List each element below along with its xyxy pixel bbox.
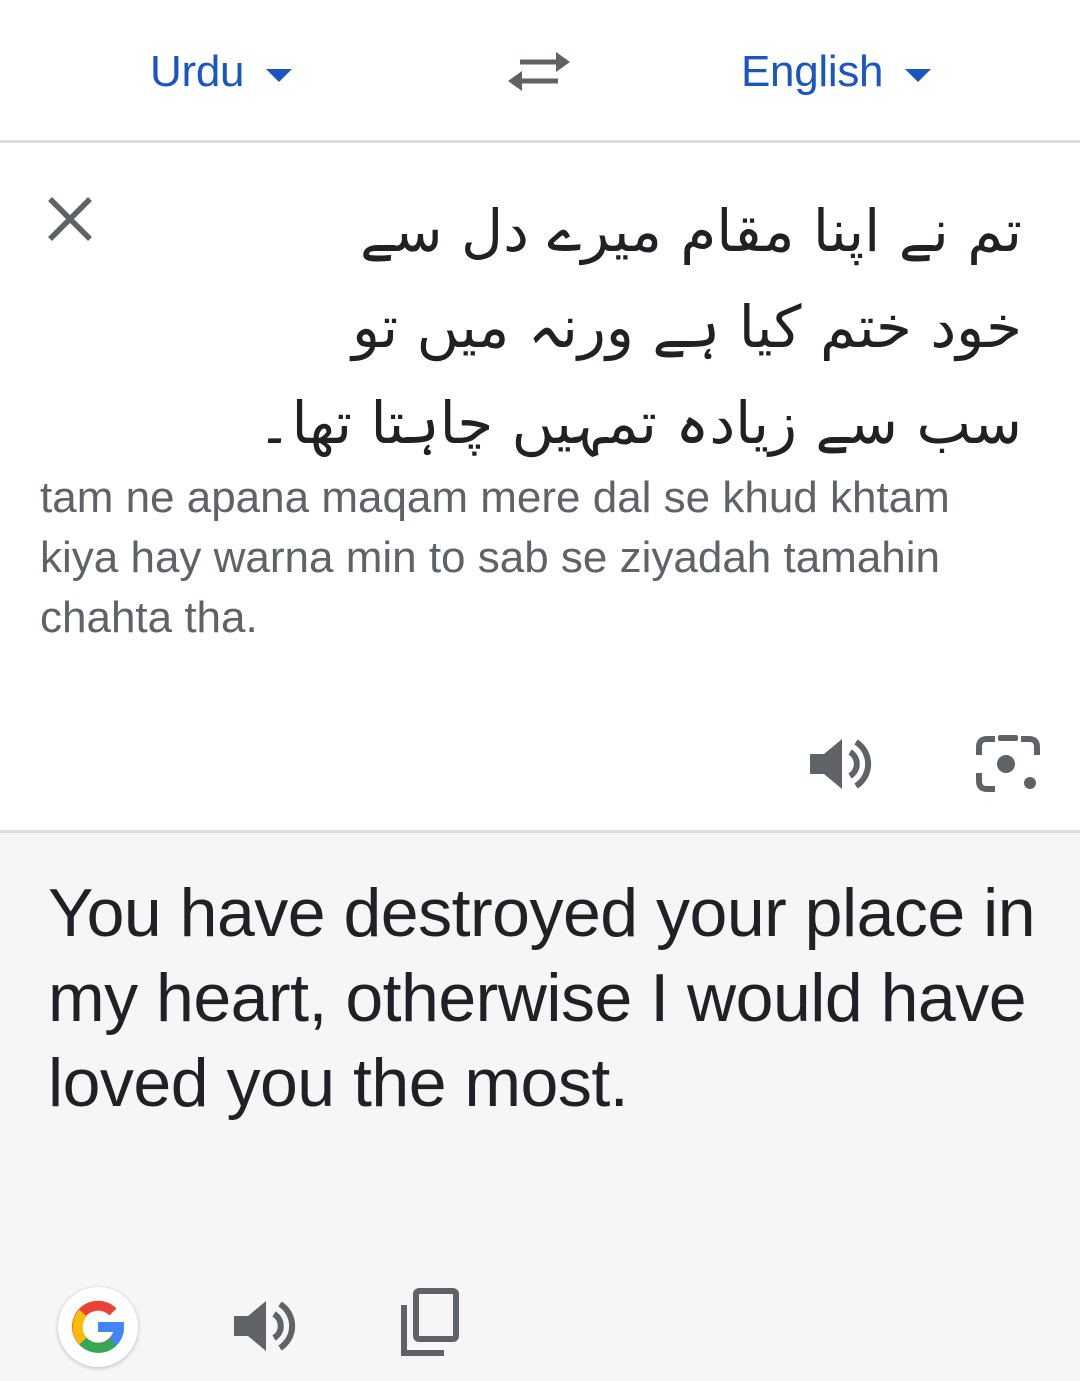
caret-down-icon (905, 68, 932, 82)
source-line: سب سے زیادہ تمہیں چاہتا تھا۔ (257, 389, 1022, 457)
source-line: خود ختم کیا ہے ورنہ میں تو (352, 293, 1022, 361)
target-language-label: English (741, 47, 884, 96)
source-language-label: Urdu (150, 47, 245, 96)
transliteration-text: tam ne apana maqam mere dal se khud khta… (40, 473, 950, 642)
google-button[interactable] (58, 1287, 138, 1367)
close-icon (48, 197, 92, 241)
camera-icon (976, 735, 1040, 792)
clear-input-button[interactable] (44, 193, 96, 245)
google-logo-icon (72, 1300, 124, 1353)
copy-icon (401, 1288, 459, 1356)
caret-down-icon (266, 68, 293, 82)
swap-arrows-icon (508, 52, 570, 91)
copy-translation-button[interactable] (398, 1287, 462, 1359)
source-line: تم نے اپنا مقام میرے دل سے (359, 197, 1022, 265)
swap-languages-button[interactable] (506, 44, 572, 98)
translate-app: Urdu English تم نے اپنا مقام میرے دل سے (0, 0, 1080, 1381)
language-bar: Urdu English (0, 0, 1080, 143)
source-language-selector[interactable]: Urdu (150, 42, 293, 102)
listen-translation-button[interactable] (230, 1295, 296, 1357)
target-language-selector[interactable]: English (741, 42, 932, 102)
translation-result-text: You have destroyed your place in my hear… (48, 875, 1036, 1121)
camera-input-button[interactable] (974, 733, 1042, 795)
source-text[interactable]: تم نے اپنا مقام میرے دل سے خود ختم کیا ہ… (202, 183, 1022, 471)
speaker-icon (234, 1301, 296, 1351)
speaker-icon (810, 739, 872, 789)
source-panel: تم نے اپنا مقام میرے دل سے خود ختم کیا ہ… (0, 143, 1080, 833)
result-panel: You have destroyed your place in my hear… (0, 833, 1080, 1381)
listen-source-button[interactable] (806, 733, 872, 795)
